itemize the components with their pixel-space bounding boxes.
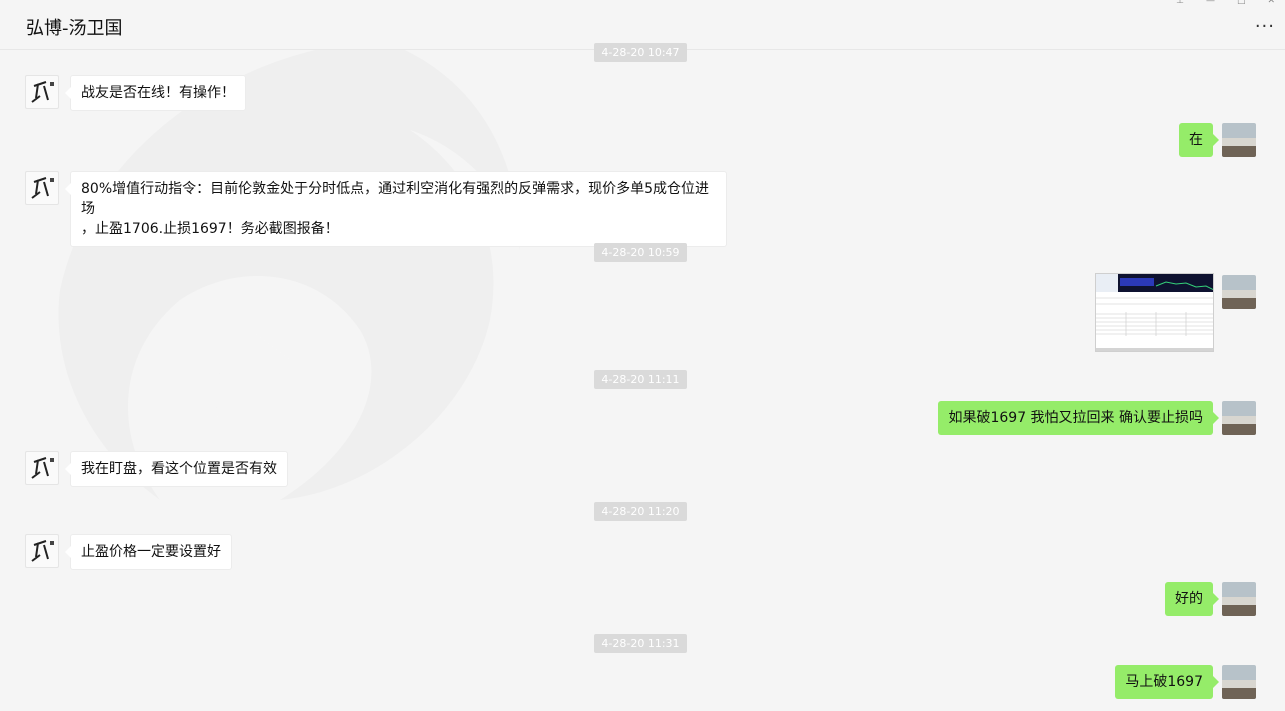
maximize-icon[interactable]: □ [1237, 0, 1246, 6]
message-bubble-received[interactable]: 我在盯盘，看这个位置是否有效 [65, 451, 288, 487]
chat-title: 弘博-汤卫国 [26, 18, 123, 39]
close-icon[interactable]: ✕ [1267, 0, 1275, 6]
self-avatar[interactable] [1222, 123, 1256, 157]
window-controls: ⊥ — □ ✕ [1176, 0, 1275, 6]
timestamp: 4-28-20 10:47 [594, 43, 687, 62]
contact-avatar[interactable] [25, 171, 59, 205]
message-list[interactable]: 4-28-20 10:47 战友是否在线！有操作！ 在 80%增值行动指令：目前… [0, 43, 1285, 711]
self-avatar[interactable] [1222, 275, 1256, 309]
timestamp: 4-28-20 11:31 [594, 634, 687, 653]
message-bubble-received[interactable]: 战友是否在线！有操作！ [65, 75, 246, 111]
timestamp: 4-28-20 11:11 [594, 370, 687, 389]
message-bubble-sent[interactable]: 马上破1697 [1115, 665, 1219, 699]
message-line: ，止盈1706.止损1697！务必截图报备！ [81, 221, 339, 237]
message-line: 80%增值行动指令：目前伦敦金处于分时低点，通过利空消化有强烈的反弹需求，现价多… [81, 181, 710, 217]
contact-avatar[interactable] [25, 451, 59, 485]
contact-avatar[interactable] [25, 534, 59, 568]
contact-avatar[interactable] [25, 75, 59, 109]
pin-icon[interactable]: ⊥ [1176, 0, 1184, 6]
more-options-button[interactable]: ··· [1255, 16, 1275, 37]
message-bubble-received[interactable]: 80%增值行动指令：目前伦敦金处于分时低点，通过利空消化有强烈的反弹需求，现价多… [65, 171, 727, 247]
message-bubble-sent[interactable]: 在 [1179, 123, 1219, 157]
message-bubble-received[interactable]: 止盈价格一定要设置好 [65, 534, 232, 570]
message-bubble-sent[interactable]: 如果破1697 我怕又拉回来 确认要止损吗 [938, 401, 1219, 435]
self-avatar[interactable] [1222, 665, 1256, 699]
screenshot-image-message[interactable] [1095, 273, 1214, 352]
timestamp: 4-28-20 10:59 [594, 243, 687, 262]
self-avatar[interactable] [1222, 401, 1256, 435]
minimize-icon[interactable]: — [1206, 0, 1215, 6]
timestamp: 4-28-20 11:20 [594, 502, 687, 521]
message-bubble-sent[interactable]: 好的 [1165, 582, 1219, 616]
self-avatar[interactable] [1222, 582, 1256, 616]
